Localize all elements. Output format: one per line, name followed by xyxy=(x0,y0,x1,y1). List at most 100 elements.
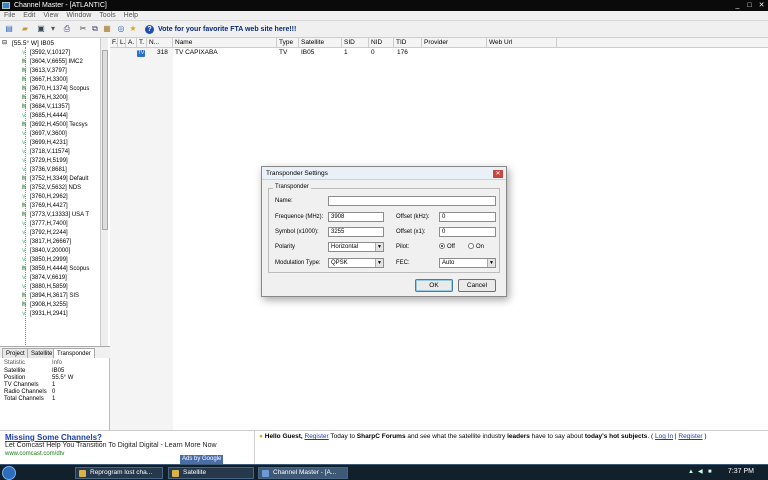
frequence-field[interactable]: 3908 xyxy=(328,212,384,222)
ad-url[interactable]: www.comcast.com/dtv xyxy=(5,451,64,457)
offset-x1-field[interactable]: 0 xyxy=(439,227,496,237)
col-web-url[interactable]: Web Url xyxy=(487,38,557,48)
save-icon[interactable]: ▣ xyxy=(36,24,46,34)
tree-item[interactable]: h [3752,H,3349] Default xyxy=(22,174,88,183)
open-folder-icon[interactable]: ▰ xyxy=(20,24,30,34)
favorite-star-icon[interactable]: ★ xyxy=(128,24,138,34)
col-number[interactable]: N... xyxy=(147,38,173,48)
menu-help[interactable]: Help xyxy=(120,11,142,21)
col-tid[interactable]: TID xyxy=(394,38,422,48)
clock[interactable]: 7:37 PM xyxy=(728,468,754,475)
volume-icon[interactable]: ◀ xyxy=(698,469,705,476)
col-type[interactable]: Type xyxy=(277,38,299,48)
tree-item[interactable]: v [3792,H,2244] xyxy=(22,228,68,237)
tray-icon[interactable]: ■ xyxy=(708,469,715,476)
tree-item[interactable]: v [3592,V,10127] xyxy=(22,48,70,57)
symbol-field[interactable]: 3255 xyxy=(328,227,384,237)
ad-text[interactable]: Let Comcast Help You Transition To Digit… xyxy=(5,442,217,449)
col-t[interactable]: T. xyxy=(137,38,147,48)
col-f[interactable]: F. xyxy=(110,38,118,48)
dialog-close-icon[interactable]: ✕ xyxy=(493,170,503,178)
tree-item[interactable]: h [3769,H,4427] xyxy=(22,201,68,210)
tree-item[interactable]: v [3840,V,20000] xyxy=(22,246,70,255)
menu-tools[interactable]: Tools xyxy=(95,11,119,21)
new-icon[interactable]: ▤ xyxy=(4,24,14,34)
tree-item[interactable]: h [3670,H,1374] Scopus xyxy=(22,84,89,93)
tree-item[interactable]: h [3692,H,4500] Tecsys xyxy=(22,120,88,129)
cut-icon[interactable]: ✂ xyxy=(78,24,88,34)
taskbar-item-active[interactable]: Channel Master - [A... xyxy=(258,467,348,479)
tree-item[interactable]: h [3908,H,3255] xyxy=(22,300,68,309)
polarity-select[interactable]: Horizontal ▼ xyxy=(328,242,384,252)
col-sid[interactable]: SID xyxy=(342,38,369,48)
tree-item[interactable]: h [3859,H,4444] Scopus xyxy=(22,264,89,273)
minimize-button[interactable]: _ xyxy=(732,1,743,10)
taskbar-item[interactable]: Reprogram lost cha... xyxy=(75,467,163,479)
tree-item[interactable]: h [3773,V,13333] USA T xyxy=(22,210,89,219)
tree-item[interactable]: h [3667,H,3300] xyxy=(22,75,68,84)
tree-item[interactable]: v [3718,V,11574] xyxy=(22,147,70,156)
tree-item[interactable]: v [3777,H,7400] xyxy=(22,219,68,228)
tree-item[interactable]: h [3684,V,11357] xyxy=(22,102,70,111)
ads-by-google[interactable]: Ads by Google xyxy=(180,455,224,464)
cancel-button[interactable]: Cancel xyxy=(458,279,496,292)
tree-item[interactable]: v [3874,V,6619] xyxy=(22,273,67,282)
menu-window[interactable]: Window xyxy=(62,11,95,21)
taskbar-item[interactable]: Satellite xyxy=(168,467,254,479)
register-link-2[interactable]: Register xyxy=(678,433,702,440)
tree-item[interactable]: v [3736,V,8681] xyxy=(22,165,67,174)
pilot-on-radio[interactable]: On xyxy=(468,242,484,252)
vote-link[interactable]: ? Vote for your favorite FTA web site her… xyxy=(145,23,296,36)
col-provider[interactable]: Provider xyxy=(422,38,487,48)
paste-icon[interactable]: ▦ xyxy=(102,24,112,34)
find-icon[interactable]: ◎ xyxy=(116,24,126,34)
menu-file[interactable]: File xyxy=(0,11,19,21)
tree-scroll-thumb[interactable] xyxy=(102,50,108,230)
tree-item[interactable]: h [3604,V,6655] IMC2 xyxy=(22,57,83,66)
tree-item[interactable]: h [3894,H,3617] SIS xyxy=(22,291,79,300)
pilot-off-radio[interactable]: Off xyxy=(439,242,455,252)
tree-item[interactable]: h [3752,V,5632] NDS xyxy=(22,183,81,192)
name-field[interactable] xyxy=(328,196,496,206)
col-a[interactable]: A. xyxy=(126,38,137,48)
col-satellite[interactable]: Satellite xyxy=(299,38,342,48)
tree-item[interactable]: v [3931,H,2941] xyxy=(22,309,68,318)
tv-transponder-icon: h xyxy=(22,76,26,83)
tree-item[interactable]: v [3699,H,4231] xyxy=(22,138,68,147)
modulation-select[interactable]: QPSK ▼ xyxy=(328,258,384,268)
tree-item[interactable]: h [3613,V,3797] xyxy=(22,66,67,75)
print-icon[interactable]: ⎙ xyxy=(62,24,72,34)
maximize-button[interactable]: □ xyxy=(744,1,755,10)
register-link[interactable]: Register xyxy=(305,433,329,440)
start-button[interactable] xyxy=(2,466,16,480)
transponder-icon: v xyxy=(22,310,26,317)
save-dropdown-icon[interactable]: ▾ xyxy=(48,24,58,34)
col-nid[interactable]: NID xyxy=(369,38,394,48)
offset-khz-field[interactable]: 0 xyxy=(439,212,496,222)
tree-item[interactable]: v [3685,H,4444] xyxy=(22,111,68,120)
tree-scrollbar[interactable] xyxy=(100,38,108,346)
tree-item[interactable]: v [3880,H,5859] xyxy=(22,282,68,291)
tree-item[interactable]: v [3817,H,26667] xyxy=(22,237,71,246)
menu-edit[interactable]: Edit xyxy=(19,11,39,21)
ok-button[interactable]: OK xyxy=(415,279,453,292)
network-icon[interactable]: ▲ xyxy=(688,469,695,476)
copy-icon[interactable]: ⧉ xyxy=(90,24,100,34)
col-name[interactable]: Name xyxy=(173,38,277,48)
tree-collapse-icon[interactable]: ⊟ xyxy=(2,39,7,48)
menu-view[interactable]: View xyxy=(39,11,62,21)
col-l[interactable]: L. xyxy=(118,38,126,48)
close-button[interactable]: ✕ xyxy=(756,1,767,10)
tree-item[interactable]: v [3697,V,3600] xyxy=(22,129,67,138)
tree-root-satellite[interactable]: [55.5° W] IB05 xyxy=(12,39,54,48)
tree-item[interactable]: v [3850,H,2999] xyxy=(22,255,68,264)
fec-select[interactable]: Auto ▼ xyxy=(439,258,496,268)
stats-row: Total Channels 1 xyxy=(4,396,56,402)
tree-item[interactable]: v [3760,H,2962] xyxy=(22,192,68,201)
ad-title-link[interactable]: Missing Some Channels? xyxy=(5,433,102,442)
login-link[interactable]: Log In xyxy=(655,433,673,440)
tree-item[interactable]: h [3676,H,3200] xyxy=(22,93,68,102)
tree-item[interactable]: v [3729,H,5199] xyxy=(22,156,68,165)
channel-row[interactable]: TV 318 TV CAPIXABA TV IB05 1 0 176 xyxy=(110,48,768,57)
transponder-tree[interactable]: ⊟ [55.5° W] IB05 v [3592,V,10127] h [3604,V… xyxy=(0,38,108,346)
